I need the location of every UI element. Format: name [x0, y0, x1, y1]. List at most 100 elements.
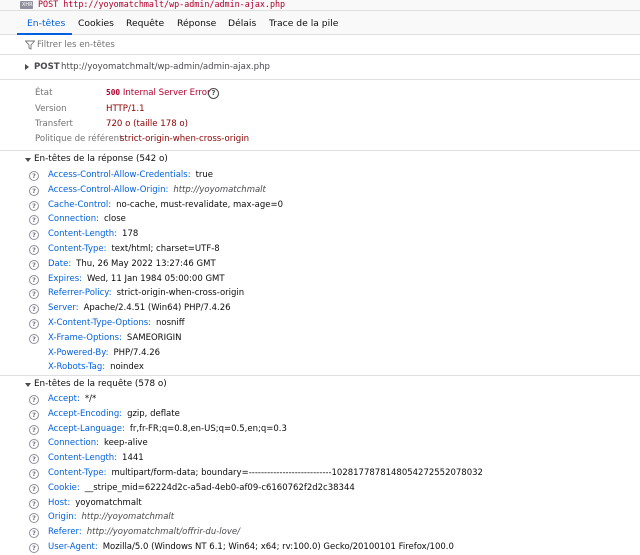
header-row[interactable]: ? Access-Control-Allow-Credentials: true — [0, 169, 640, 184]
tab-stack-trace[interactable]: Trace de la pile — [269, 11, 338, 35]
header-value: strict-origin-when-cross-origin — [116, 288, 245, 299]
collapse-triangle-icon[interactable] — [25, 383, 31, 387]
header-name: X-Powered-By: — [48, 347, 109, 358]
header-name: X-Robots-Tag: — [48, 362, 106, 373]
header-help-icon[interactable]: ? — [29, 230, 39, 241]
header-value: Mozilla/5.0 (Windows NT 6.1; Win64; x64;… — [102, 542, 454, 552]
header-name: Connection: — [48, 438, 99, 449]
header-help-icon[interactable]: ? — [29, 454, 39, 465]
tab-request[interactable]: Requête — [126, 11, 164, 35]
header-name: Accept-Encoding: — [48, 408, 123, 419]
header-help-icon[interactable]: ? — [29, 274, 39, 285]
header-row[interactable]: ? Content-Type: text/html; charset=UTF-8 — [0, 243, 640, 258]
expand-triangle-icon[interactable] — [25, 64, 29, 70]
transfer-value: 720 o (taille 178 o) — [106, 119, 189, 129]
header-help-icon[interactable]: ? — [29, 424, 39, 435]
header-row[interactable]: ? Accept-Encoding: gzip, deflate — [0, 408, 640, 423]
header-name: Server: — [48, 303, 79, 314]
header-help-icon[interactable]: ? — [29, 409, 39, 420]
header-help-icon[interactable]: ? — [29, 395, 39, 405]
header-row[interactable]: ? Connection: close — [0, 213, 640, 228]
header-value: PHP/7.4.26 — [113, 347, 161, 358]
header-help-icon[interactable]: ? — [29, 289, 39, 300]
tab-cookies[interactable]: Cookies — [78, 11, 114, 35]
request-headers-title: En-têtes de la requête (578 o) — [34, 379, 167, 389]
header-help-icon[interactable]: ? — [29, 528, 39, 539]
header-help-icon[interactable]: ? — [29, 513, 39, 524]
header-row[interactable]: ? Cookie: __stripe_mid=62224d2c-a5ad-4eb0-… — [0, 482, 640, 497]
xhr-badge: XHR — [20, 1, 33, 9]
header-row[interactable]: ? Cache-Control: no-cache, must-revalidate… — [0, 199, 640, 214]
header-help-icon[interactable]: ? — [29, 171, 39, 181]
header-row[interactable]: ? User-Agent: Mozilla/5.0 (Windows NT 6.1;… — [0, 541, 640, 555]
header-row[interactable]: X-Powered-By: PHP/7.4.26 — [0, 347, 640, 362]
header-row[interactable]: ? Date: Thu, 26 May 2022 13:27:46 GMT — [0, 258, 640, 273]
header-name: Accept-Language: — [48, 423, 125, 434]
header-help-icon[interactable]: ? — [29, 245, 39, 255]
header-row[interactable]: ? Expires: Wed, 11 Jan 1984 05:00:00 GMT — [0, 273, 640, 288]
referrer-policy-label: Politique de référent — [35, 134, 123, 144]
header-row[interactable]: ? Accept-Language: fr,fr-FR;q=0.8,en-US;q=… — [0, 423, 640, 438]
header-value: */* — [84, 394, 97, 404]
tab-timings[interactable]: Délais — [228, 11, 256, 35]
header-value: Thu, 26 May 2022 13:27:46 GMT — [76, 258, 216, 269]
header-value: Wed, 11 Jan 1984 05:00:00 GMT — [86, 273, 225, 284]
header-help-icon[interactable]: ? — [29, 215, 39, 226]
status-text: Internal Server Error — [122, 88, 211, 98]
request-url-title: POST http://yoyomatchmalt/wp-admin/admin… — [38, 0, 286, 9]
summary-url: http://yoyomatchmalt/wp-admin/admin-ajax… — [61, 62, 271, 72]
divider — [0, 79, 640, 80]
header-value: http://yoyomatchmalt — [81, 512, 175, 523]
collapse-triangle-icon[interactable] — [25, 158, 31, 162]
header-value: close — [103, 214, 126, 225]
header-help-icon[interactable]: ? — [29, 319, 39, 329]
referrer-policy-value: strict-origin-when-cross-origin — [120, 134, 250, 144]
header-row[interactable]: ? X-Content-Type-Options: nosniff — [0, 317, 640, 332]
header-help-icon[interactable]: ? — [29, 498, 39, 509]
request-headers-section-header[interactable]: En-têtes de la requête (578 o) — [0, 375, 640, 394]
filter-icon — [25, 40, 35, 50]
header-help-icon[interactable]: ? — [29, 333, 39, 344]
header-help-icon[interactable]: ? — [29, 483, 39, 494]
header-row[interactable]: ? Referrer-Policy: strict-origin-when-cros… — [0, 287, 640, 302]
tab-response[interactable]: Réponse — [177, 11, 216, 35]
header-value: noindex — [110, 362, 144, 373]
header-name: Content-Type: — [48, 468, 107, 478]
header-row[interactable]: ? Origin: http://yoyomatchmalt — [0, 511, 640, 526]
header-help-icon[interactable]: ? — [29, 200, 39, 211]
header-row[interactable]: ? Accept: */* — [0, 393, 640, 408]
header-value: keep-alive — [103, 438, 148, 449]
status-help-icon[interactable]: ? — [208, 88, 219, 99]
header-row[interactable]: ? Content-Length: 178 — [0, 228, 640, 243]
header-row[interactable]: ? X-Frame-Options: SAMEORIGIN — [0, 332, 640, 347]
header-row[interactable]: ? Content-Length: 1441 — [0, 452, 640, 467]
header-row[interactable]: ? Content-Type: multipart/form-data; bound… — [0, 467, 640, 482]
header-name: Content-Length: — [48, 453, 118, 464]
header-row[interactable]: ? Access-Control-Allow-Origin: http://yoyo… — [0, 184, 640, 199]
header-help-icon[interactable]: ? — [29, 304, 39, 315]
header-name: Content-Length: — [48, 229, 118, 240]
request-title-bar: XHR POST http://yoyomatchmalt/wp-admin/a… — [0, 0, 640, 11]
header-help-icon[interactable]: ? — [29, 543, 39, 553]
header-name: Content-Type: — [48, 244, 107, 254]
header-row[interactable]: ? Referer: http://yoyomatchmalt/offrir-du-… — [0, 526, 640, 541]
header-row[interactable]: ? Server: Apache/2.4.51 (Win64) PHP/7.4.26 — [0, 302, 640, 317]
header-name: Date: — [48, 258, 72, 269]
header-help-icon[interactable]: ? — [29, 439, 39, 450]
header-name: Access-Control-Allow-Origin: — [48, 184, 169, 195]
header-value: 178 — [122, 229, 139, 240]
header-name: X-Content-Type-Options: — [48, 318, 152, 328]
header-help-icon[interactable]: ? — [29, 185, 39, 196]
header-help-icon[interactable]: ? — [29, 259, 39, 270]
header-value: SAMEORIGIN — [126, 332, 182, 343]
filter-headers-input[interactable] — [37, 35, 617, 54]
header-value: __stripe_mid=62224d2c-a5ad-4eb0-af09-c61… — [84, 482, 355, 493]
header-row[interactable]: ? Connection: keep-alive — [0, 437, 640, 452]
response-headers-section-header[interactable]: En-têtes de la réponse (542 o) — [0, 150, 640, 169]
header-row[interactable]: ? Host: yoyomatchmalt — [0, 497, 640, 512]
header-help-icon[interactable]: ? — [29, 469, 39, 479]
header-name: Connection: — [48, 214, 99, 225]
header-value: http://yoyomatchmalt/offrir-du-love/ — [86, 527, 240, 538]
header-value: gzip, deflate — [127, 408, 180, 419]
tab-headers[interactable]: En-têtes — [27, 11, 65, 35]
